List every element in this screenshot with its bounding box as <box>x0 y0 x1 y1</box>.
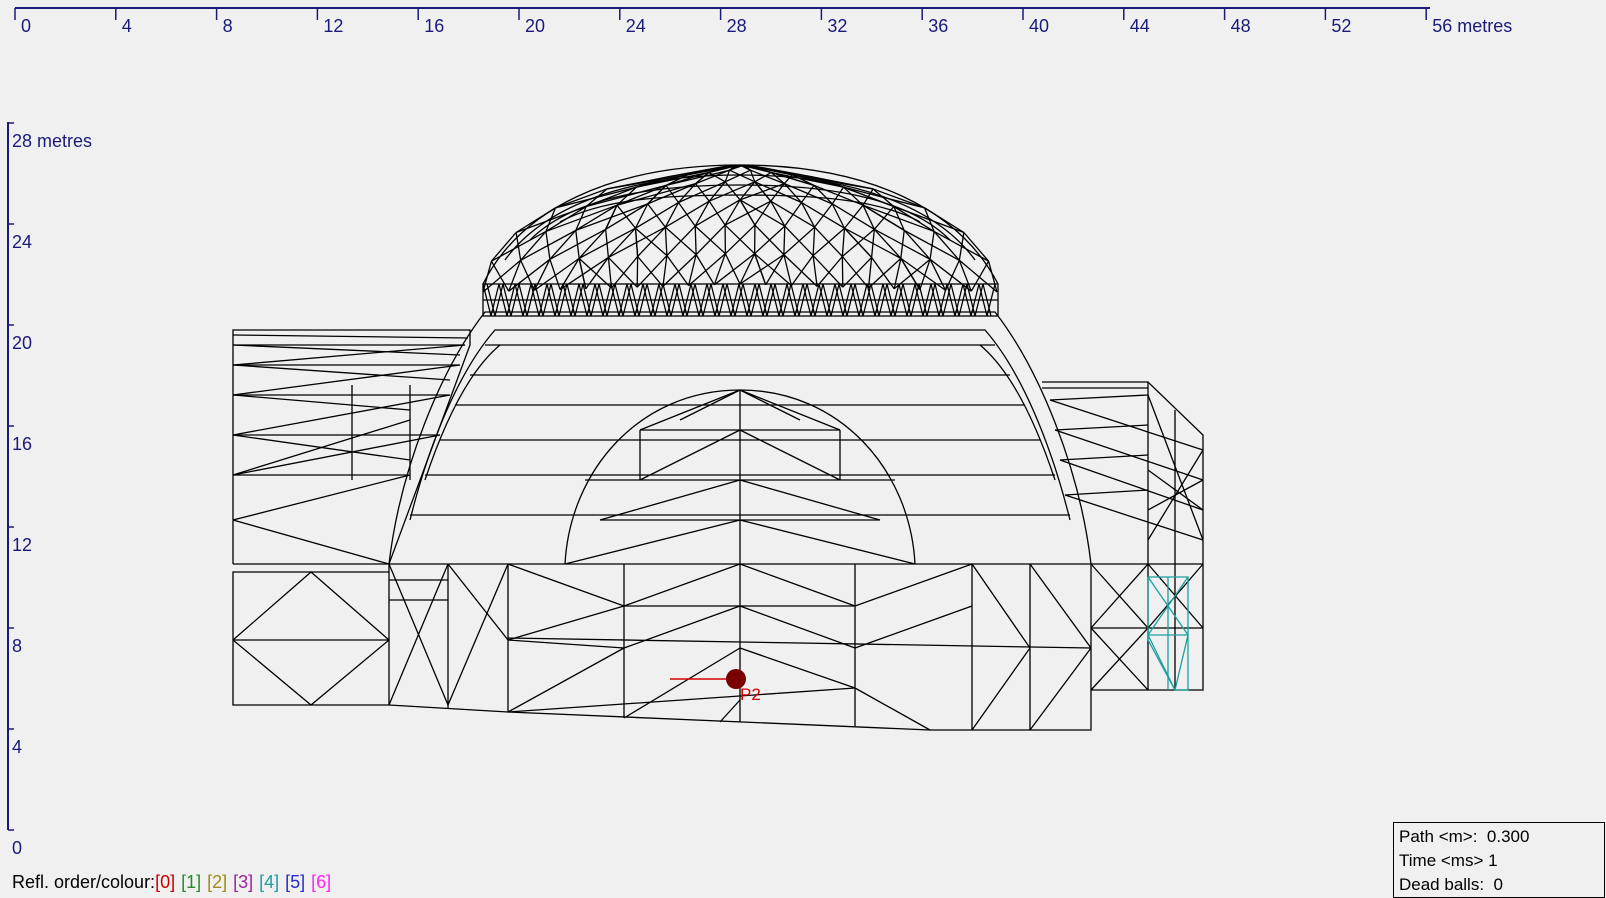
source-label: P2 <box>740 685 761 704</box>
path-row: Path <m>: 0.300 <box>1399 825 1604 849</box>
legend-order-1: [1] <box>181 872 202 892</box>
dead-balls-label: Dead balls: <box>1399 875 1485 894</box>
dead-balls-row: Dead balls: 0 <box>1399 873 1604 897</box>
legend-order-2: [2] <box>207 872 228 892</box>
legend-order-6: [6] <box>311 872 332 892</box>
info-panel: Path <m>: 0.300 Time <ms> 1 Dead balls: … <box>1393 822 1605 898</box>
path-label: Path <m>: <box>1399 827 1478 846</box>
highlighted-surface <box>1147 576 1189 691</box>
left-annex <box>232 329 471 565</box>
legend-order-3: [3] <box>233 872 254 892</box>
time-label: Time <ms> <box>1399 851 1484 870</box>
time-row: Time <ms> 1 <box>1399 849 1604 873</box>
model-view[interactable]: P2 <box>0 0 1606 898</box>
path-value: 0.300 <box>1486 827 1530 846</box>
upper-dome <box>482 164 999 293</box>
source-p2[interactable]: P2 <box>670 669 761 704</box>
legend-order-0: [0] <box>155 872 176 892</box>
legend-order-4: [4] <box>259 872 280 892</box>
reflection-order-legend: Refl. order/colour:[0] [1] [2] [3] [4] [5] [6] <box>12 872 331 893</box>
time-value: 1 <box>1488 851 1498 870</box>
legend-label: Refl. order/colour: <box>12 872 156 892</box>
legend-order-5: [5] <box>285 872 306 892</box>
right-annex <box>1042 381 1204 691</box>
lower-block <box>232 563 1092 731</box>
room-wireframe <box>232 164 1204 731</box>
dead-balls-value: 0 <box>1493 875 1503 894</box>
inner-arch <box>564 389 916 565</box>
odeon-3d-view-window: 0 4 8 12 16 20 24 28 32 36 40 44 48 52 56 metres 0 4 8 12… <box>0 0 1606 898</box>
legend-items: [0] [1] [2] [3] [4] [5] [6] <box>155 872 331 892</box>
